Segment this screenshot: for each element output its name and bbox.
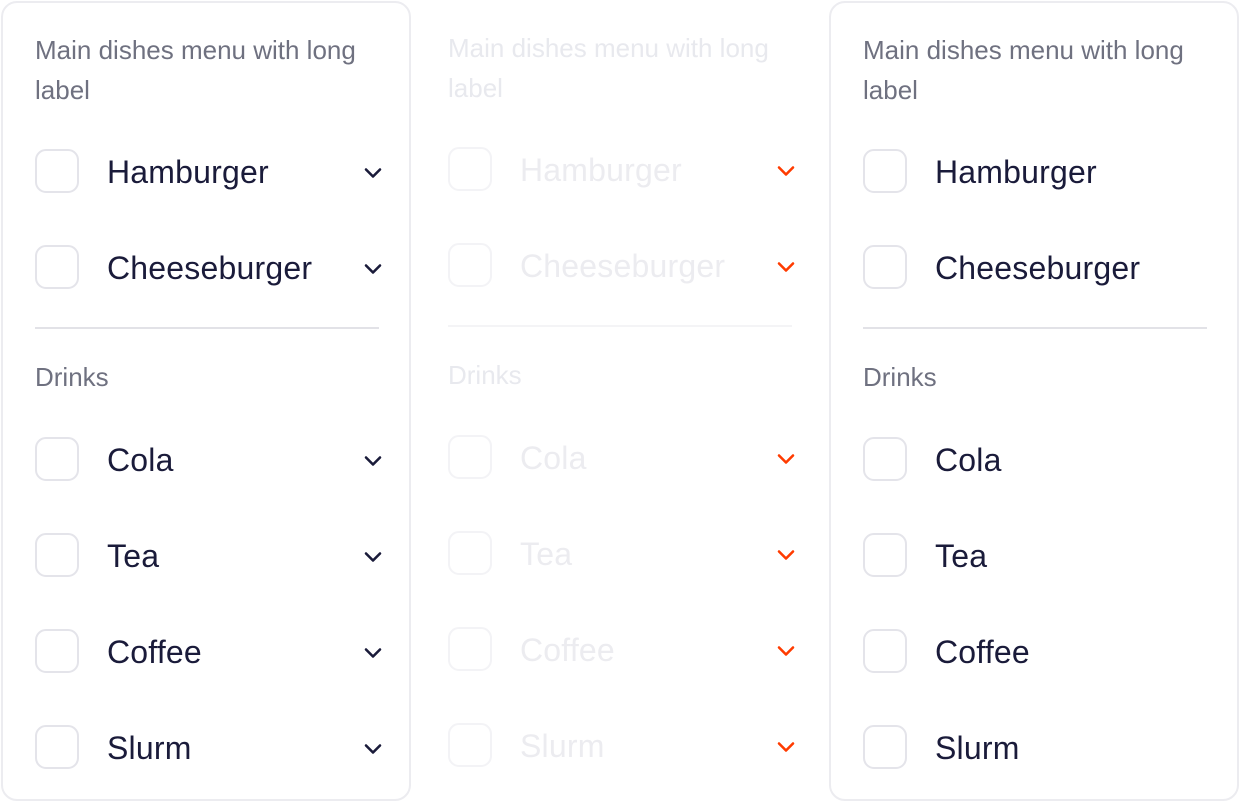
item-label: Hamburger	[520, 152, 682, 188]
item-label: Slurm	[107, 730, 192, 766]
item-label: Coffee	[520, 632, 615, 668]
chevron-down-icon[interactable]	[361, 257, 385, 281]
group-divider	[35, 327, 379, 329]
item-label: Coffee	[107, 634, 202, 670]
checkbox[interactable]	[35, 245, 79, 289]
item-label: Tea	[107, 538, 160, 574]
menu-item-tea[interactable]: Tea	[863, 533, 1213, 581]
item-label: Cheeseburger	[935, 250, 1141, 286]
checkbox[interactable]	[863, 533, 907, 577]
checkbox[interactable]	[35, 533, 79, 577]
menu-item-tea: Tea	[448, 531, 798, 579]
checkbox[interactable]	[35, 725, 79, 769]
checkbox[interactable]	[35, 629, 79, 673]
chevron-down-icon	[777, 454, 795, 464]
chevron-down-icon	[777, 262, 795, 272]
item-label: Cola	[520, 440, 587, 476]
checkbox[interactable]	[863, 725, 907, 769]
menu-item-cheeseburger[interactable]: Cheeseburger	[863, 245, 1213, 293]
chevron-down-icon[interactable]	[361, 161, 385, 185]
chevron-down-icon	[777, 646, 795, 656]
item-label: Cola	[935, 442, 1002, 478]
menu-item-cola[interactable]: Cola	[35, 437, 385, 485]
menu-panel-no-chevron: Main dishes menu with long label Hamburg…	[829, 1, 1239, 801]
checkbox[interactable]	[863, 629, 907, 673]
checkbox	[448, 147, 492, 191]
menu-panel-default: Main dishes menu with long label Hamburg…	[1, 1, 411, 801]
menu-item-slurm[interactable]: Slurm	[863, 725, 1213, 773]
checkbox[interactable]	[863, 245, 907, 289]
group-label-drinks: Drinks	[448, 360, 522, 390]
menu-item-hamburger[interactable]: Hamburger	[35, 149, 385, 197]
item-label: Cheeseburger	[520, 248, 726, 284]
item-label: Hamburger	[107, 154, 269, 190]
group-label-drinks: Drinks	[35, 362, 109, 392]
checkbox	[448, 531, 492, 575]
group-label-main-dishes: Main dishes menu with long label	[35, 35, 356, 105]
group-label-main-dishes: Main dishes menu with long label	[863, 35, 1184, 105]
menu-item-slurm[interactable]: Slurm	[35, 725, 385, 773]
checkbox[interactable]	[35, 437, 79, 481]
menu-item-coffee: Coffee	[448, 627, 798, 675]
item-label: Slurm	[520, 728, 605, 764]
menu-item-hamburger: Hamburger	[448, 147, 798, 195]
menu-item-hamburger[interactable]: Hamburger	[863, 149, 1213, 197]
item-label: Cheeseburger	[107, 250, 313, 286]
menu-item-cheeseburger[interactable]: Cheeseburger	[35, 245, 385, 293]
checkbox	[448, 243, 492, 287]
menu-item-cola: Cola	[448, 435, 798, 483]
menu-item-cheeseburger: Cheeseburger	[448, 243, 798, 291]
menu-item-coffee[interactable]: Coffee	[35, 629, 385, 677]
chevron-down-icon[interactable]	[361, 449, 385, 473]
chevron-down-icon[interactable]	[361, 641, 385, 665]
chevron-down-icon	[777, 742, 795, 752]
checkbox[interactable]	[863, 149, 907, 193]
item-label: Hamburger	[935, 154, 1097, 190]
menu-item-coffee[interactable]: Coffee	[863, 629, 1213, 677]
item-label: Tea	[520, 536, 573, 572]
group-divider	[448, 325, 792, 327]
item-label: Cola	[107, 442, 174, 478]
group-label-main-dishes: Main dishes menu with long label	[448, 33, 769, 103]
chevron-down-icon	[777, 550, 795, 560]
item-label: Coffee	[935, 634, 1030, 670]
checkbox[interactable]	[863, 437, 907, 481]
menu-item-cola[interactable]: Cola	[863, 437, 1213, 485]
checkbox	[448, 627, 492, 671]
menu-item-tea[interactable]: Tea	[35, 533, 385, 581]
checkbox	[448, 723, 492, 767]
chevron-down-icon[interactable]	[361, 545, 385, 569]
chevron-down-icon	[777, 166, 795, 176]
chevron-down-icon[interactable]	[361, 737, 385, 761]
checkbox	[448, 435, 492, 479]
menu-item-slurm: Slurm	[448, 723, 798, 771]
item-label: Slurm	[935, 730, 1020, 766]
item-label: Tea	[935, 538, 988, 574]
menu-panel-disabled: Main dishes menu with long label Hamburg…	[416, 1, 826, 801]
checkbox[interactable]	[35, 149, 79, 193]
group-divider	[863, 327, 1207, 329]
group-label-drinks: Drinks	[863, 362, 937, 392]
